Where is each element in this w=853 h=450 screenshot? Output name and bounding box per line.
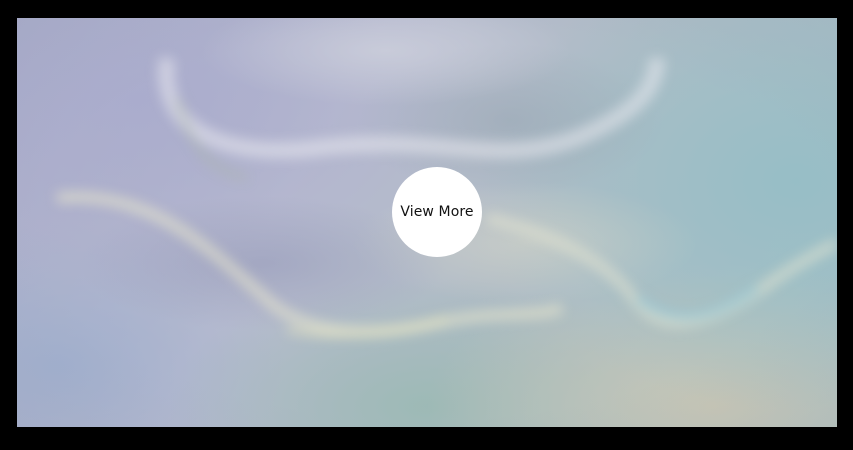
page-frame: View More [0,0,853,450]
view-more-button[interactable]: View More [392,167,482,257]
